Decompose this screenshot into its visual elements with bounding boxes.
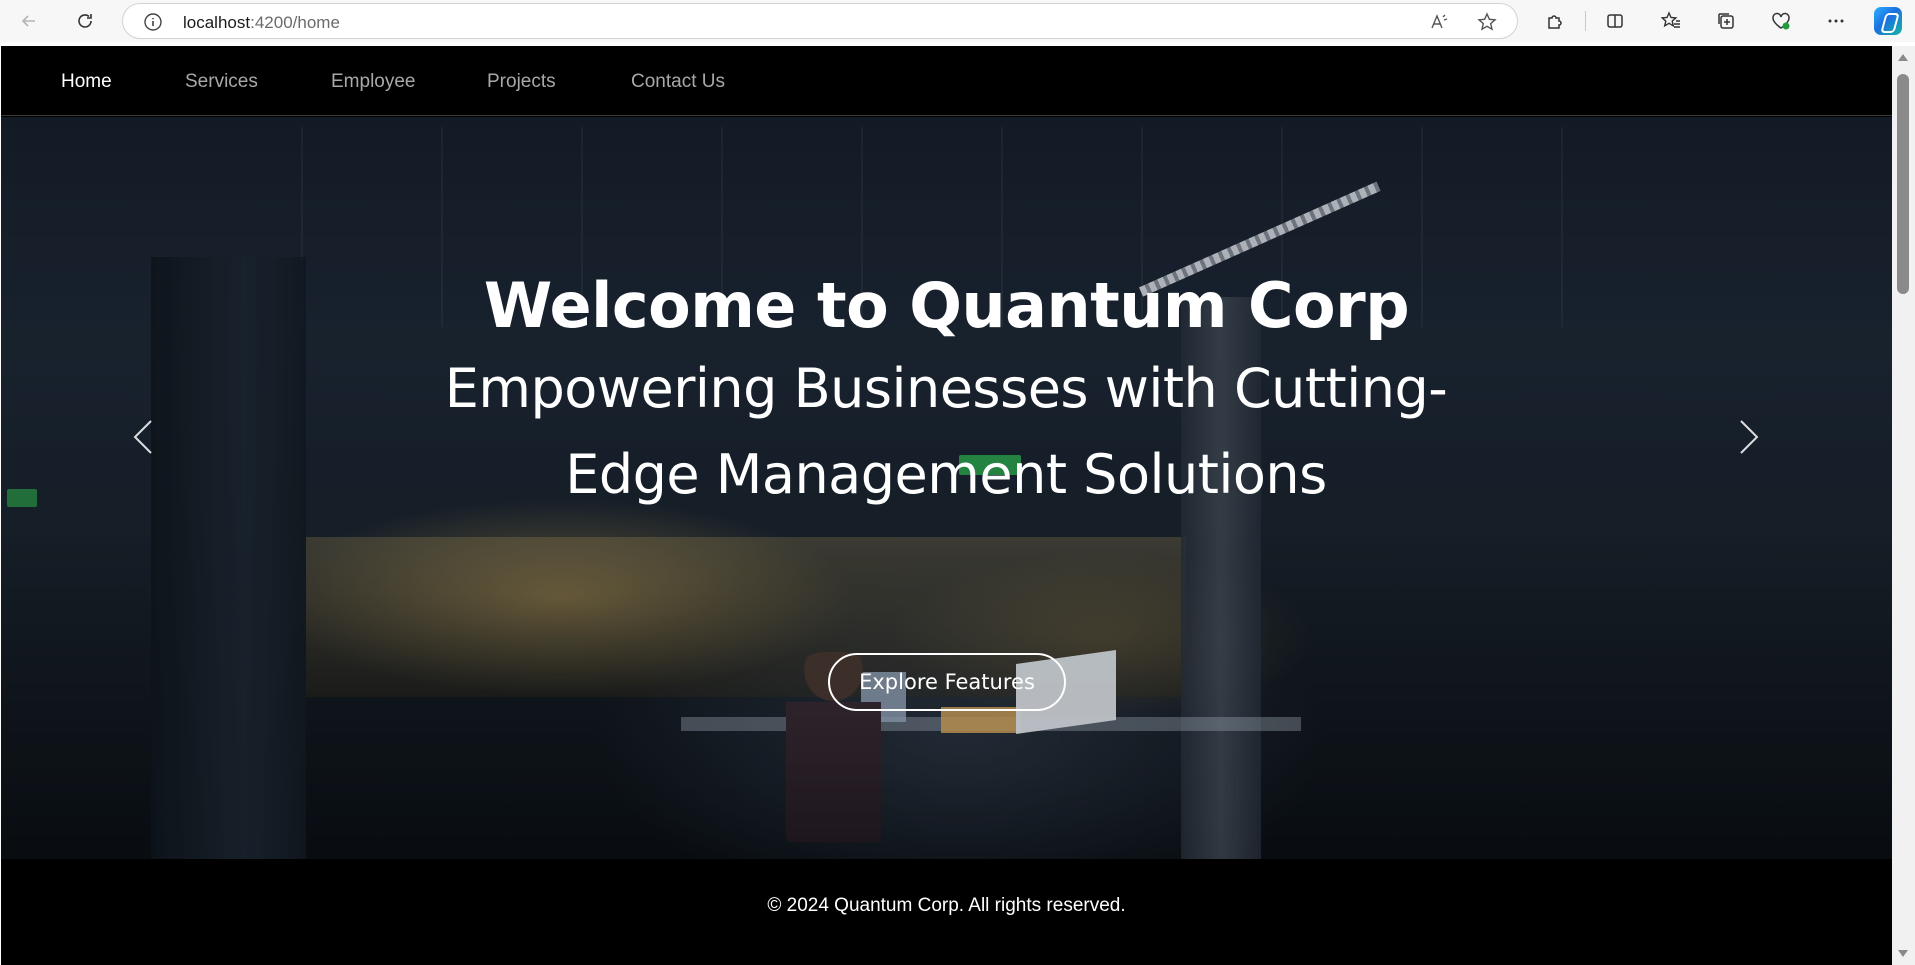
url-host: localhost [183,13,251,32]
extensions-button[interactable] [1538,4,1572,38]
copilot-icon[interactable] [1874,7,1902,35]
address-bar[interactable]: localhost:4200/home [122,3,1518,39]
collections-icon [1718,13,1734,29]
star-icon[interactable] [1477,12,1497,32]
page-viewport: Home Services Employee Projects Contact … [1,46,1892,965]
refresh-button[interactable] [68,4,102,38]
collections-button[interactable] [1709,4,1743,38]
refresh-icon [78,14,92,28]
browser-toolbar: localhost:4200/home [0,0,1915,42]
nav-contact-us[interactable]: Contact Us [631,71,725,93]
back-button[interactable] [12,4,46,38]
split-screen-button[interactable] [1598,4,1632,38]
hero-title: Welcome to Quantum Corp [483,269,1410,342]
explore-features-button[interactable]: Explore Features [828,653,1066,711]
page-scrollbar[interactable] [1892,46,1915,965]
url-path: :4200/home [250,13,340,32]
puzzle-icon [1548,15,1562,29]
url-text[interactable]: localhost:4200/home [183,13,340,33]
heart-pulse-icon [1772,12,1790,30]
browser-essentials-button[interactable] [1764,4,1798,38]
read-aloud-icon[interactable] [1429,12,1449,32]
scrollbar-thumb[interactable] [1897,74,1909,294]
hero-subtitle: Empowering Businesses with Cutting-Edge … [444,357,1448,506]
info-icon[interactable] [143,12,163,32]
favorites-icon [1661,11,1680,28]
more-button[interactable] [1819,4,1853,38]
footer-copyright: © 2024 Quantum Corp. All rights reserved… [767,895,1126,916]
site-footer: © 2024 Quantum Corp. All rights reserved… [1,859,1892,965]
nav-employee[interactable]: Employee [331,71,416,93]
carousel-next-button[interactable] [1719,407,1779,467]
toolbar-separator [1585,11,1586,31]
nav-projects[interactable]: Projects [487,71,556,93]
more-icon [1828,19,1844,23]
chevron-right-icon [1740,420,1759,454]
scroll-up-arrow-icon[interactable] [1898,54,1908,61]
site-navbar: Home Services Employee Projects Contact … [1,46,1892,116]
carousel-prev-button[interactable] [113,407,173,467]
nav-services[interactable]: Services [185,71,258,93]
split-screen-icon [1607,14,1623,28]
hero-carousel: Welcome to Quantum Corp Empowering Busin… [1,117,1892,859]
scroll-down-arrow-icon[interactable] [1898,950,1908,957]
favorites-button[interactable] [1654,4,1688,38]
arrow-left-icon [21,15,35,27]
chevron-left-icon [133,420,152,454]
nav-home[interactable]: Home [61,71,112,93]
